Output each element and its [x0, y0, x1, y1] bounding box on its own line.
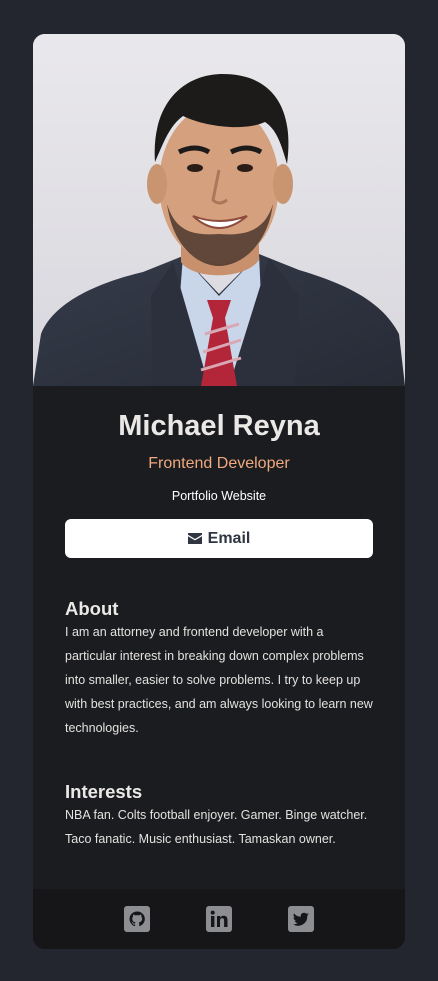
interests-title: Interests — [65, 781, 143, 802]
github-icon[interactable] — [124, 906, 150, 932]
profile-photo — [33, 34, 405, 386]
social-footer — [33, 889, 405, 949]
about-text: I am an attorney and frontend developer … — [65, 625, 373, 735]
profile-card: Michael Reyna Frontend Developer Portfol… — [33, 34, 405, 949]
email-button[interactable]: Email — [65, 519, 373, 558]
profile-name: Michael Reyna — [118, 410, 320, 442]
profile-role: Frontend Developer — [148, 455, 290, 472]
portfolio-link[interactable]: Portfolio Website — [65, 488, 373, 504]
linkedin-icon[interactable] — [206, 906, 232, 932]
about-title: About — [65, 598, 119, 619]
twitter-icon[interactable] — [288, 906, 314, 932]
envelope-icon — [187, 533, 202, 544]
email-button-label: Email — [207, 529, 251, 547]
interests-text: NBA fan. Colts football enjoyer. Gamer. … — [65, 808, 368, 846]
